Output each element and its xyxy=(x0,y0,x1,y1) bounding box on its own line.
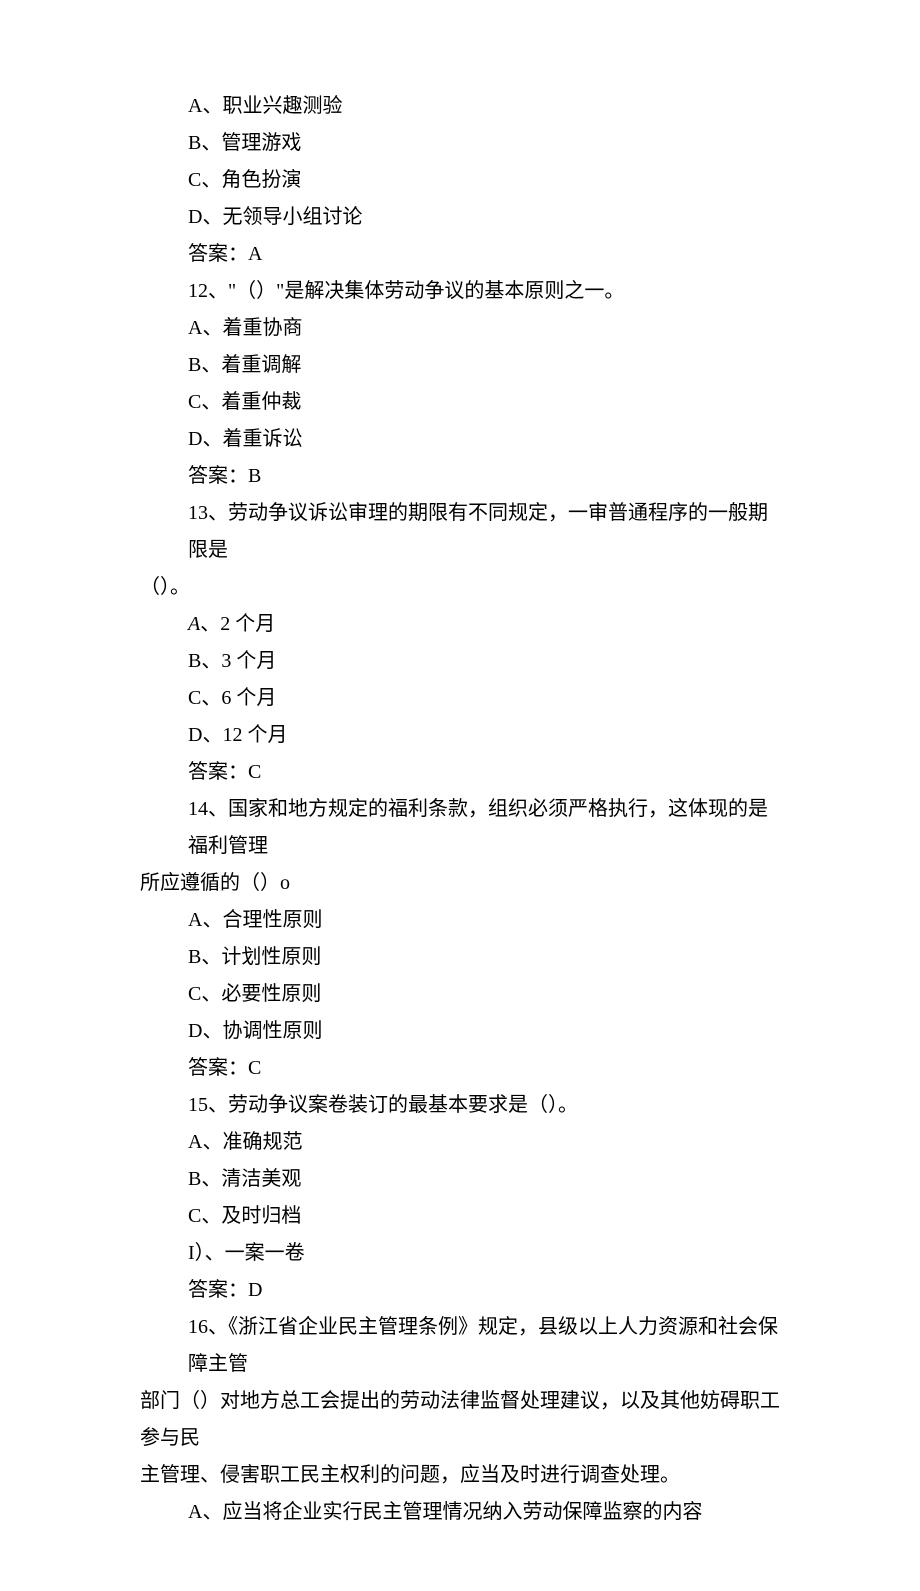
q13-option-c: C、6 个月 xyxy=(0,680,920,717)
document-page: A、职业兴趣测验 B、管理游戏 C、角色扮演 D、无领导小组讨论 答案：A 12… xyxy=(0,0,920,1591)
q13-option-a: A、2 个月 xyxy=(0,606,920,643)
q15-option-c: C、及时归档 xyxy=(0,1198,920,1235)
q16-option-a: A、应当将企业实行民主管理情况纳入劳动保障监察的内容 xyxy=(0,1494,920,1531)
q16-stem-line2: 部门（）对地方总工会提出的劳动法律监督处理建议，以及其他妨碍职工参与民 xyxy=(0,1383,920,1457)
q13-answer: 答案：C xyxy=(0,754,920,791)
q11-answer: 答案：A xyxy=(0,236,920,273)
q13-stem-line2: （）。 xyxy=(0,569,920,606)
q14-stem-line2: 所应遵循的（）o xyxy=(0,865,920,902)
q16-stem-line1: 16、《浙江省企业民主管理条例》规定，县级以上人力资源和社会保障主管 xyxy=(0,1309,920,1383)
q13-stem-line1: 13、劳动争议诉讼审理的期限有不同规定，一审普通程序的一般期限是 xyxy=(0,495,920,569)
q11-option-c: C、角色扮演 xyxy=(0,162,920,199)
q13-option-a-label: A xyxy=(188,613,200,635)
q12-answer: 答案：B xyxy=(0,458,920,495)
q11-option-d: D、无领导小组讨论 xyxy=(0,199,920,236)
q12-option-a: A、着重协商 xyxy=(0,310,920,347)
q15-stem: 15、劳动争议案卷装订的最基本要求是（）。 xyxy=(0,1087,920,1124)
q13-option-d: D、12 个月 xyxy=(0,717,920,754)
q15-option-a: A、准确规范 xyxy=(0,1124,920,1161)
q14-option-a: A、合理性原则 xyxy=(0,902,920,939)
q11-option-a: A、职业兴趣测验 xyxy=(0,88,920,125)
q16-stem-line3: 主管理、侵害职工民主权利的问题，应当及时进行调查处理。 xyxy=(0,1457,920,1494)
q12-stem: 12、"（）"是解决集体劳动争议的基本原则之一。 xyxy=(0,273,920,310)
q11-option-b: B、管理游戏 xyxy=(0,125,920,162)
q15-option-b: B、清洁美观 xyxy=(0,1161,920,1198)
q15-answer: 答案：D xyxy=(0,1272,920,1309)
q14-answer: 答案：C xyxy=(0,1050,920,1087)
q13-option-a-text: 、2 个月 xyxy=(200,613,275,635)
q14-stem-line1: 14、国家和地方规定的福利条款，组织必须严格执行，这体现的是福利管理 xyxy=(0,791,920,865)
q13-option-b: B、3 个月 xyxy=(0,643,920,680)
q14-option-d: D、协调性原则 xyxy=(0,1013,920,1050)
q12-option-b: B、着重调解 xyxy=(0,347,920,384)
q12-option-d: D、着重诉讼 xyxy=(0,421,920,458)
q14-option-b: B、计划性原则 xyxy=(0,939,920,976)
q14-option-c: C、必要性原则 xyxy=(0,976,920,1013)
q15-option-d: I）、一案一卷 xyxy=(0,1235,920,1272)
q12-option-c: C、着重仲裁 xyxy=(0,384,920,421)
